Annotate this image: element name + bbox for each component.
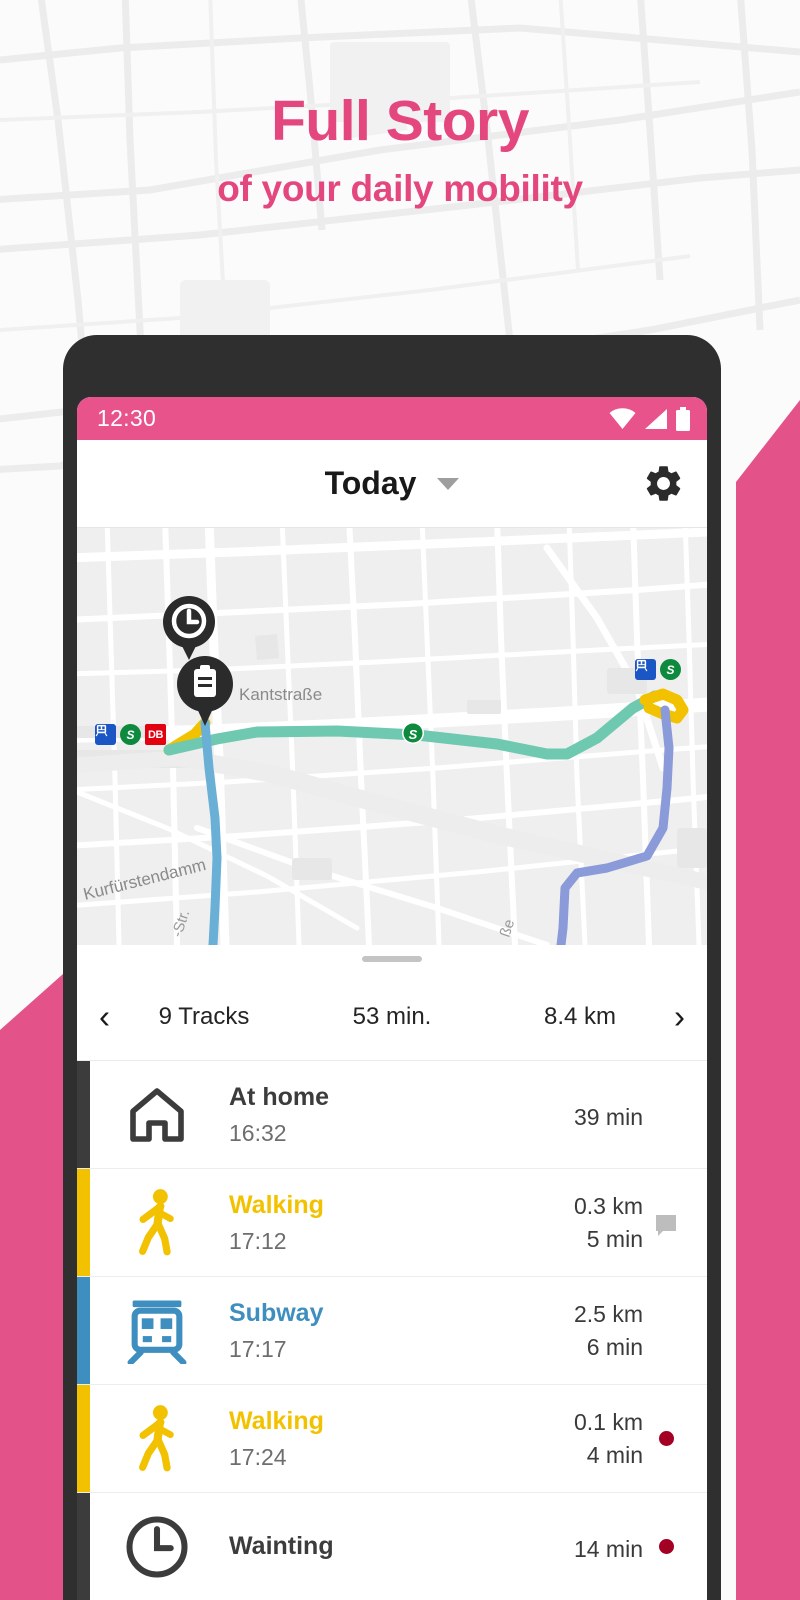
trip-mode-stripe bbox=[77, 1493, 90, 1600]
trip-duration: 39 min bbox=[573, 1104, 643, 1130]
trip-mode-label: Subway bbox=[229, 1299, 324, 1328]
walking-icon bbox=[139, 1188, 174, 1255]
subway-icon bbox=[127, 1300, 187, 1364]
s-bahn-badge-right: S bbox=[660, 659, 681, 680]
trip-list: At home 16:32 39 min Walking 17:12 0.3 km 5 mi… bbox=[77, 1061, 707, 1600]
route-map[interactable]: Kantstraße Kurfürstendamm -Str. ße S S D… bbox=[77, 528, 707, 945]
wifi-icon bbox=[609, 407, 636, 429]
trip-marker[interactable] bbox=[643, 1431, 689, 1446]
station-badge-s-mid: S bbox=[402, 722, 424, 744]
trip-distance: 0.1 km bbox=[573, 1408, 643, 1435]
trip-row[interactable]: Walking 17:12 0.3 km 5 min bbox=[77, 1169, 707, 1277]
trip-duration: 14 min bbox=[573, 1536, 643, 1562]
trip-mode-icon bbox=[105, 1298, 209, 1364]
trip-mode-icon bbox=[105, 1403, 209, 1475]
phone-screen: 12:30 Today Kantstraße Kurfürstendamm -S… bbox=[77, 397, 707, 1600]
trip-mode-label: Walking bbox=[229, 1191, 324, 1220]
stat-distance: 8.4 km bbox=[543, 1002, 617, 1030]
trip-mode-icon bbox=[105, 1187, 209, 1259]
signal-icon bbox=[645, 408, 667, 429]
street-label-kantstrasse: Kantstraße bbox=[239, 685, 322, 704]
app-bar: Today bbox=[77, 440, 707, 528]
trip-text: Subway 17:17 bbox=[209, 1298, 523, 1362]
trip-mode-stripe bbox=[77, 1385, 90, 1492]
trip-marker[interactable] bbox=[643, 1539, 689, 1554]
headline-primary: Full Story bbox=[271, 89, 529, 153]
trip-row[interactable]: Subway 17:17 2.5 km 6 min bbox=[77, 1277, 707, 1385]
date-selector[interactable]: Today bbox=[77, 465, 707, 502]
comment-icon bbox=[656, 1214, 676, 1236]
trip-metrics: 39 min bbox=[523, 1098, 643, 1131]
next-day-button[interactable]: › bbox=[674, 1000, 685, 1033]
headline-secondary: of your daily mobility bbox=[217, 167, 583, 209]
status-bar: 12:30 bbox=[77, 397, 707, 440]
page-title: Today bbox=[324, 465, 417, 501]
trip-metrics: 0.3 km 5 min bbox=[523, 1192, 643, 1254]
map-canvas: Kantstraße Kurfürstendamm -Str. ße S bbox=[77, 528, 707, 945]
trip-duration: 6 min bbox=[586, 1334, 643, 1361]
status-system-icons bbox=[609, 406, 691, 431]
trip-mode-stripe bbox=[77, 1169, 90, 1276]
svg-text:S: S bbox=[409, 727, 418, 742]
trip-mode-icon bbox=[105, 1514, 209, 1580]
stat-tracks: 9 Tracks bbox=[158, 1002, 250, 1030]
station-badges-left: S DB bbox=[95, 724, 166, 745]
s-bahn-badge: S bbox=[120, 724, 141, 745]
trip-distance: 0.3 km bbox=[573, 1192, 643, 1219]
trip-mode-label: At home bbox=[229, 1083, 329, 1112]
u-bahn-badge-right bbox=[635, 659, 656, 680]
trip-text: Walking 17:12 bbox=[209, 1190, 523, 1254]
station-badges-right: S bbox=[635, 659, 681, 680]
trip-mode-label: Walking bbox=[229, 1407, 324, 1436]
drag-handle[interactable] bbox=[362, 956, 422, 962]
trip-row[interactable]: Wainting 14 min bbox=[77, 1493, 707, 1600]
trip-text: At home 16:32 bbox=[209, 1082, 523, 1146]
battery-icon bbox=[676, 406, 690, 431]
trip-row[interactable]: At home 16:32 39 min bbox=[77, 1061, 707, 1169]
trip-start-time: 17:17 bbox=[229, 1335, 287, 1362]
settings-button[interactable] bbox=[642, 462, 685, 505]
trip-distance: 2.5 km bbox=[573, 1300, 643, 1327]
trip-start-time: 17:24 bbox=[229, 1443, 287, 1470]
trip-metrics: 0.1 km 4 min bbox=[523, 1408, 643, 1470]
trip-duration: 5 min bbox=[586, 1226, 643, 1253]
trip-marker[interactable] bbox=[643, 1214, 689, 1236]
walking-icon bbox=[139, 1404, 174, 1471]
bottom-sheet: ‹ 9 Tracks 53 min. 8.4 km › At home 16:32… bbox=[77, 945, 707, 1600]
promo-headline: Full Story of your daily mobility bbox=[0, 89, 800, 210]
trip-metrics: 14 min bbox=[523, 1530, 643, 1563]
trip-text: Walking 17:24 bbox=[209, 1406, 523, 1470]
phone-mockup: 12:30 Today Kantstraße Kurfürstendamm -S… bbox=[63, 335, 721, 1600]
chevron-down-icon bbox=[437, 477, 460, 490]
u-bahn-badge bbox=[95, 724, 116, 745]
gear-icon bbox=[646, 466, 681, 501]
clock-icon bbox=[126, 1515, 188, 1578]
trip-start-time: 17:12 bbox=[229, 1227, 287, 1254]
trip-start-time: 16:32 bbox=[229, 1119, 287, 1146]
trip-duration: 4 min bbox=[586, 1442, 643, 1469]
prev-day-button[interactable]: ‹ bbox=[99, 1000, 110, 1033]
sheet-handle-row[interactable] bbox=[77, 945, 707, 973]
trip-metrics: 2.5 km 6 min bbox=[523, 1300, 643, 1362]
summary-stats-bar: ‹ 9 Tracks 53 min. 8.4 km › bbox=[77, 973, 707, 1061]
unread-dot-icon bbox=[658, 1539, 674, 1554]
unread-dot-icon bbox=[658, 1431, 674, 1446]
home-icon bbox=[130, 1087, 184, 1142]
trip-mode-icon bbox=[105, 1083, 209, 1147]
trip-text: Wainting bbox=[209, 1531, 523, 1562]
stat-duration: 53 min. bbox=[352, 1002, 432, 1030]
status-clock: 12:30 bbox=[97, 405, 157, 431]
trip-mode-label: Wainting bbox=[229, 1531, 334, 1560]
trip-mode-stripe bbox=[77, 1277, 90, 1384]
trip-mode-stripe bbox=[77, 1061, 90, 1168]
db-badge: DB bbox=[145, 724, 166, 745]
trip-row[interactable]: Walking 17:24 0.1 km 4 min bbox=[77, 1385, 707, 1493]
